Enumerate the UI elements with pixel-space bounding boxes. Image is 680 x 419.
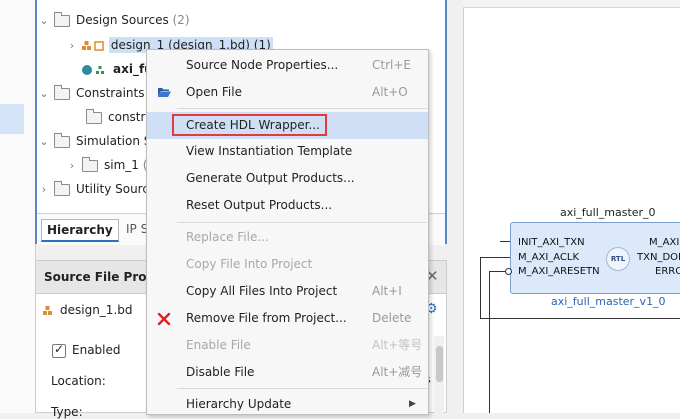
- shortcut: Alt+等号: [372, 338, 423, 352]
- menu-item-disable-file[interactable]: Disable File Alt+减号: [147, 359, 428, 386]
- shortcut: Delete: [372, 311, 412, 325]
- splitter[interactable]: [456, 0, 463, 413]
- menu-item-reset-output-products[interactable]: Reset Output Products...: [147, 192, 428, 219]
- menu-item-replace-file[interactable]: Replace File...: [147, 224, 428, 251]
- type-label: Type:: [51, 405, 83, 419]
- menu-item-generate-output-products[interactable]: Generate Output Products...: [147, 165, 428, 192]
- menu-item-enable-file[interactable]: Enable File Alt+等号: [147, 332, 428, 359]
- file-name-label: design_1.bd: [60, 303, 133, 317]
- menu-item-copy-file-into-project[interactable]: Copy File Into Project: [147, 251, 428, 278]
- port-m-axi-aclk[interactable]: M_AXI_ACLK: [518, 252, 579, 263]
- port-txn-done[interactable]: TXN_DON: [637, 252, 680, 263]
- port-init-axi-txn[interactable]: INIT_AXI_TXN: [518, 237, 585, 248]
- chevron-down-icon[interactable]: ⌄: [39, 82, 49, 106]
- enabled-label: Enabled: [72, 343, 121, 357]
- tree-item-axi-wrapper[interactable]: axi_fu: [81, 57, 153, 81]
- menu-item-copy-all-files-into-project[interactable]: Copy All Files Into Project Alt+I: [147, 278, 428, 305]
- left-panel-strip: [0, 0, 36, 413]
- menu-separator: [177, 222, 427, 223]
- wire: [480, 257, 510, 258]
- wire: [480, 318, 680, 319]
- port-m-axi-aresetn[interactable]: M_AXI_ARESETN: [518, 266, 600, 277]
- context-menu: Source Node Properties... Ctrl+E Open Fi…: [146, 49, 429, 415]
- chevron-down-icon[interactable]: ⌄: [39, 9, 49, 33]
- tree-item-constraints[interactable]: ⌄ Constraints: [39, 81, 144, 105]
- tree-item-label: Design Sources: [76, 13, 169, 27]
- diagram-top-bar: [463, 0, 680, 8]
- ip-instance-name: axi_full_master_0: [560, 206, 656, 219]
- menu-separator: [177, 108, 427, 109]
- menu-item-source-node-properties[interactable]: Source Node Properties... Ctrl+E: [147, 52, 428, 79]
- ip-module-name: axi_full_master_v1_0: [551, 295, 666, 308]
- remove-x-icon: [157, 312, 171, 326]
- tree-item-label: Utility Source: [76, 182, 157, 196]
- wire: [480, 257, 481, 319]
- folder-icon: [86, 108, 102, 124]
- chevron-right-icon[interactable]: ›: [67, 154, 77, 178]
- tree-item-label: Constraints: [76, 86, 145, 100]
- tree-item-utility-sources[interactable]: › Utility Source: [39, 177, 156, 201]
- shortcut: Alt+I: [372, 284, 402, 298]
- tree-item-count: (2): [172, 13, 190, 27]
- hdl-module-icon: [82, 64, 104, 75]
- rtl-badge-icon: RTL: [606, 247, 630, 271]
- location-label: Location:: [51, 374, 106, 388]
- block-design-icon: [43, 306, 52, 315]
- folder-icon: [54, 84, 70, 100]
- properties-file-name: design_1.bd: [42, 303, 133, 317]
- shortcut: Alt+O: [372, 85, 408, 99]
- wire: [489, 271, 490, 413]
- tree-item-label: Simulation S: [76, 134, 152, 148]
- port-m-axi[interactable]: M_AXI: [649, 237, 679, 248]
- submenu-arrow-icon: ▶: [409, 399, 416, 409]
- tree-item-label: sim_1: [104, 158, 139, 172]
- folder-icon: [82, 156, 98, 172]
- shortcut: Alt+减号: [372, 365, 423, 379]
- chevron-down-icon[interactable]: ⌄: [39, 130, 49, 154]
- menu-item-hierarchy-update[interactable]: Hierarchy Update ▶: [147, 391, 428, 418]
- tree-item-sim-1[interactable]: ›sim_1 (2: [67, 153, 155, 177]
- properties-scroll-thumb[interactable]: [436, 346, 443, 382]
- wire: [500, 241, 510, 242]
- enabled-checkbox-row[interactable]: Enabled: [52, 342, 121, 358]
- tab-hierarchy[interactable]: Hierarchy: [41, 219, 119, 242]
- shortcut: Ctrl+E: [372, 58, 411, 72]
- folder-icon: [54, 180, 70, 196]
- open-folder-icon: [158, 88, 171, 97]
- inverter-bubble: [505, 268, 512, 275]
- menu-item-open-file[interactable]: Open File Alt+O: [147, 79, 428, 106]
- left-panel-selection: [0, 104, 24, 134]
- folder-icon: [54, 11, 70, 27]
- tree-item-design-sources[interactable]: ⌄ Design Sources (2): [39, 8, 190, 32]
- folder-icon: [54, 132, 70, 148]
- tree-item-simulation-sources[interactable]: ⌄ Simulation S: [39, 129, 151, 153]
- menu-item-view-instantiation-template[interactable]: View Instantiation Template: [147, 138, 428, 165]
- chevron-right-icon[interactable]: ›: [39, 178, 49, 202]
- chevron-right-icon[interactable]: ›: [67, 34, 77, 58]
- enabled-checkbox[interactable]: [52, 342, 66, 358]
- block-design-icon: [81, 40, 104, 51]
- highlight-box: [172, 114, 327, 136]
- menu-separator: [177, 388, 427, 389]
- port-error[interactable]: ERRO: [655, 266, 680, 277]
- menu-item-remove-file-from-project[interactable]: Remove File from Project... Delete: [147, 305, 428, 332]
